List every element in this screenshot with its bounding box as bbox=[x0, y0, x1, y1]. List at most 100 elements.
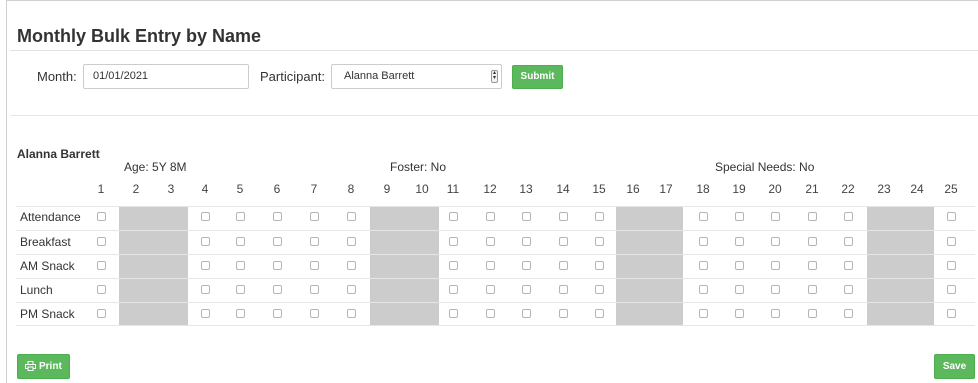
day-checkbox[interactable] bbox=[310, 309, 319, 318]
day-checkbox[interactable] bbox=[273, 212, 282, 221]
day-checkbox[interactable] bbox=[449, 309, 458, 318]
day-checkbox[interactable] bbox=[97, 309, 106, 318]
day-checkbox[interactable] bbox=[347, 261, 356, 270]
day-checkbox[interactable] bbox=[808, 212, 817, 221]
row-divider bbox=[16, 302, 975, 303]
day-checkbox[interactable] bbox=[486, 237, 495, 246]
day-checkbox[interactable] bbox=[236, 285, 245, 294]
day-checkbox[interactable] bbox=[522, 285, 531, 294]
day-checkbox[interactable] bbox=[595, 309, 604, 318]
day-checkbox[interactable] bbox=[844, 212, 853, 221]
day-checkbox[interactable] bbox=[486, 212, 495, 221]
day-checkbox[interactable] bbox=[273, 285, 282, 294]
day-checkbox[interactable] bbox=[844, 285, 853, 294]
day-checkbox[interactable] bbox=[522, 212, 531, 221]
day-header: 5 bbox=[236, 182, 244, 196]
day-checkbox[interactable] bbox=[808, 261, 817, 270]
day-checkbox[interactable] bbox=[347, 309, 356, 318]
day-checkbox[interactable] bbox=[559, 309, 568, 318]
day-header: 18 bbox=[696, 182, 710, 196]
day-checkbox[interactable] bbox=[486, 309, 495, 318]
day-checkbox[interactable] bbox=[347, 212, 356, 221]
day-checkbox[interactable] bbox=[522, 309, 531, 318]
day-checkbox[interactable] bbox=[771, 285, 780, 294]
day-checkbox[interactable] bbox=[947, 237, 956, 246]
day-checkbox[interactable] bbox=[449, 285, 458, 294]
day-checkbox[interactable] bbox=[808, 285, 817, 294]
day-checkbox[interactable] bbox=[947, 285, 956, 294]
day-checkbox[interactable] bbox=[201, 285, 210, 294]
day-checkbox[interactable] bbox=[449, 237, 458, 246]
day-checkbox[interactable] bbox=[236, 237, 245, 246]
section-divider bbox=[10, 115, 978, 116]
day-checkbox[interactable] bbox=[771, 237, 780, 246]
day-checkbox[interactable] bbox=[699, 237, 708, 246]
day-checkbox[interactable] bbox=[699, 212, 708, 221]
day-checkbox[interactable] bbox=[699, 261, 708, 270]
day-checkbox[interactable] bbox=[844, 237, 853, 246]
day-checkbox[interactable] bbox=[310, 261, 319, 270]
day-checkbox[interactable] bbox=[947, 212, 956, 221]
day-checkbox[interactable] bbox=[771, 212, 780, 221]
submit-button[interactable]: Submit bbox=[512, 65, 563, 89]
day-checkbox[interactable] bbox=[771, 261, 780, 270]
day-checkbox[interactable] bbox=[273, 309, 282, 318]
day-header: 6 bbox=[273, 182, 281, 196]
day-checkbox[interactable] bbox=[310, 237, 319, 246]
day-checkbox[interactable] bbox=[347, 237, 356, 246]
day-checkbox[interactable] bbox=[201, 309, 210, 318]
day-checkbox[interactable] bbox=[522, 237, 531, 246]
select-arrows-icon: ▴ ▾ bbox=[491, 70, 498, 83]
day-checkbox[interactable] bbox=[735, 261, 744, 270]
day-checkbox[interactable] bbox=[486, 261, 495, 270]
day-checkbox[interactable] bbox=[97, 285, 106, 294]
page-title: Monthly Bulk Entry by Name bbox=[17, 26, 262, 46]
day-checkbox[interactable] bbox=[449, 261, 458, 270]
day-checkbox[interactable] bbox=[310, 212, 319, 221]
day-checkbox[interactable] bbox=[310, 285, 319, 294]
day-checkbox[interactable] bbox=[699, 309, 708, 318]
day-checkbox[interactable] bbox=[97, 261, 106, 270]
day-checkbox[interactable] bbox=[699, 285, 708, 294]
day-checkbox[interactable] bbox=[559, 212, 568, 221]
day-checkbox[interactable] bbox=[201, 237, 210, 246]
day-checkbox[interactable] bbox=[449, 212, 458, 221]
print-button[interactable]: Print bbox=[17, 354, 70, 379]
participant-select[interactable]: Alanna Barrett ▴ ▾ bbox=[331, 64, 502, 89]
day-checkbox[interactable] bbox=[947, 261, 956, 270]
day-checkbox[interactable] bbox=[735, 285, 744, 294]
day-checkbox[interactable] bbox=[236, 212, 245, 221]
day-checkbox[interactable] bbox=[735, 212, 744, 221]
day-checkbox[interactable] bbox=[486, 285, 495, 294]
day-checkbox[interactable] bbox=[947, 309, 956, 318]
day-checkbox[interactable] bbox=[236, 261, 245, 270]
day-checkbox[interactable] bbox=[735, 309, 744, 318]
day-checkbox[interactable] bbox=[595, 285, 604, 294]
day-checkbox[interactable] bbox=[595, 237, 604, 246]
day-header: 4 bbox=[201, 182, 209, 196]
day-checkbox[interactable] bbox=[844, 261, 853, 270]
day-checkbox[interactable] bbox=[595, 212, 604, 221]
printer-icon bbox=[25, 361, 37, 372]
day-checkbox[interactable] bbox=[97, 212, 106, 221]
day-checkbox[interactable] bbox=[522, 261, 531, 270]
month-input[interactable]: 01/01/2021 bbox=[83, 64, 249, 89]
day-checkbox[interactable] bbox=[347, 285, 356, 294]
day-checkbox[interactable] bbox=[559, 261, 568, 270]
day-checkbox[interactable] bbox=[559, 285, 568, 294]
day-checkbox[interactable] bbox=[201, 212, 210, 221]
print-button-label: Print bbox=[39, 361, 62, 372]
day-checkbox[interactable] bbox=[273, 261, 282, 270]
day-checkbox[interactable] bbox=[844, 309, 853, 318]
day-checkbox[interactable] bbox=[735, 237, 744, 246]
day-checkbox[interactable] bbox=[201, 261, 210, 270]
day-checkbox[interactable] bbox=[771, 309, 780, 318]
day-checkbox[interactable] bbox=[808, 237, 817, 246]
day-checkbox[interactable] bbox=[808, 309, 817, 318]
day-checkbox[interactable] bbox=[273, 237, 282, 246]
day-checkbox[interactable] bbox=[595, 261, 604, 270]
save-button[interactable]: Save bbox=[934, 354, 975, 379]
day-checkbox[interactable] bbox=[236, 309, 245, 318]
day-checkbox[interactable] bbox=[559, 237, 568, 246]
day-checkbox[interactable] bbox=[97, 237, 106, 246]
